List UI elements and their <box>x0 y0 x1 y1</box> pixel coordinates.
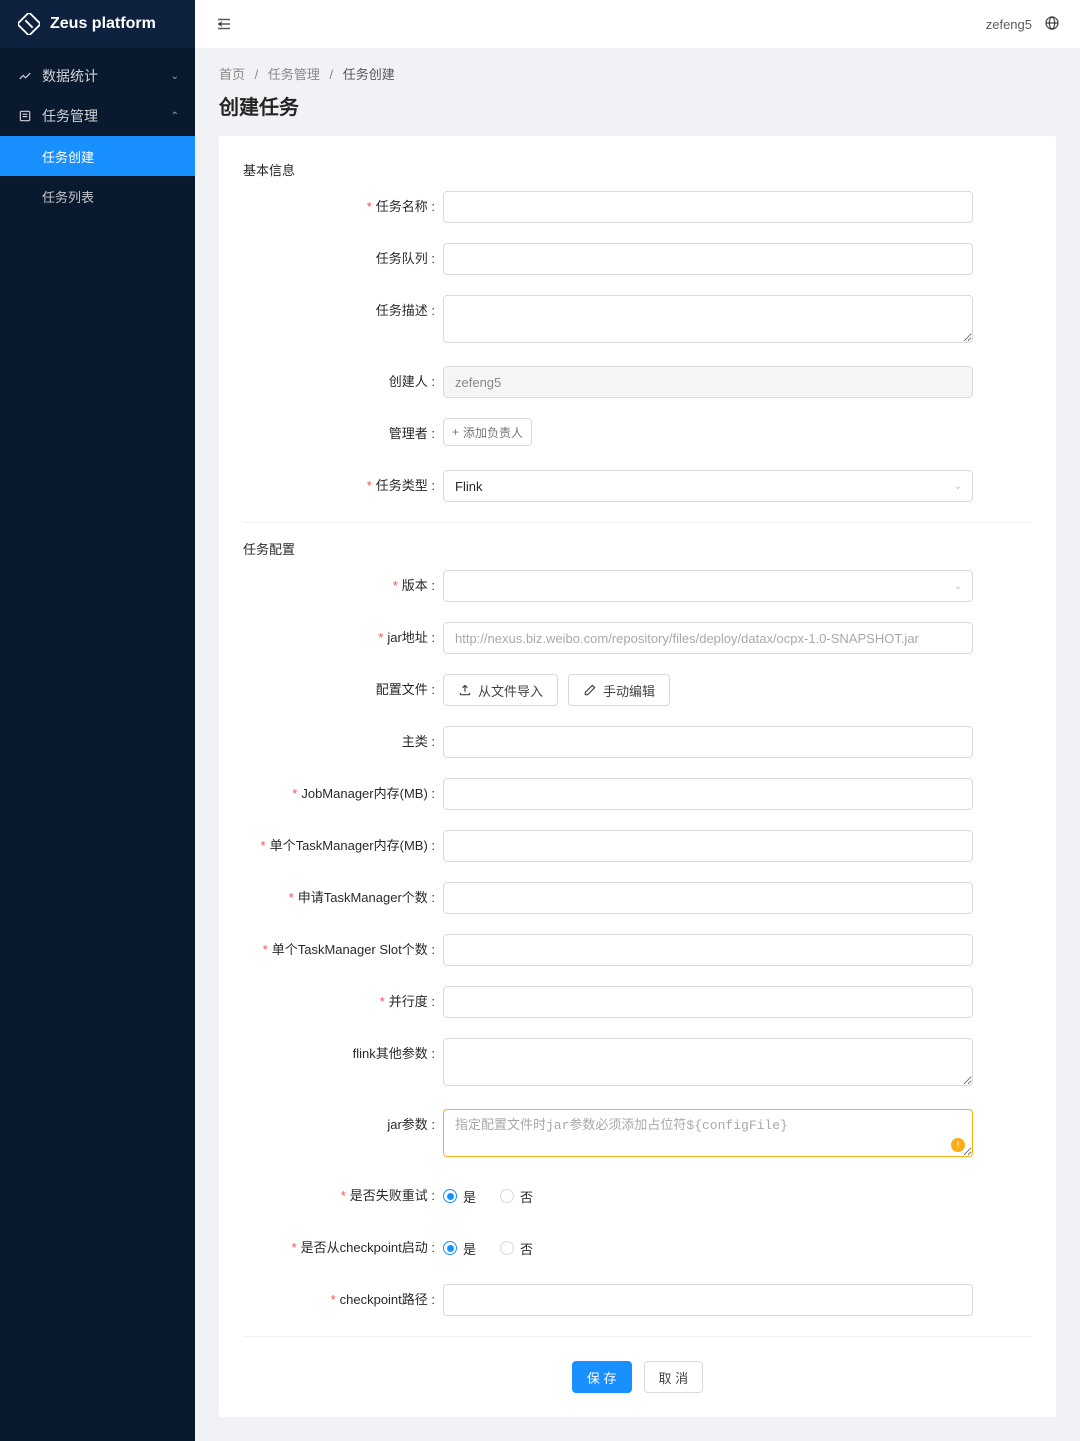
sidebar-item-stats[interactable]: 数据统计 ⌄ <box>0 56 195 96</box>
retry-no-radio[interactable]: 否 <box>500 1187 533 1206</box>
breadcrumb: 首页 / 任务管理 / 任务创建 <box>195 48 1080 83</box>
section-basic-title: 基本信息 <box>243 152 1032 191</box>
label-retry: *是否失败重试 : <box>243 1180 443 1212</box>
creator-input <box>443 366 973 398</box>
jar-params-textarea[interactable] <box>443 1109 973 1157</box>
label-task-desc: 任务描述 : <box>243 295 443 327</box>
jar-url-input[interactable] <box>443 622 973 654</box>
divider <box>243 1336 1032 1337</box>
tm-mem-input[interactable] <box>443 830 973 862</box>
sidebar-subitem-task-list[interactable]: 任务列表 <box>0 176 195 216</box>
label-tm-mem: *单个TaskManager内存(MB) : <box>243 830 443 862</box>
checkpoint-radio-group: 是 否 <box>443 1232 973 1264</box>
task-type-select[interactable]: Flink ⌄ <box>443 470 973 502</box>
chevron-up-icon: ⌃ <box>171 111 179 122</box>
label-creator: 创建人 : <box>243 366 443 398</box>
import-file-button[interactable]: 从文件导入 <box>443 674 558 706</box>
edit-icon <box>583 683 597 697</box>
label-task-queue: 任务队列 : <box>243 243 443 275</box>
chevron-down-icon: ⌄ <box>954 581 962 592</box>
label-jm-mem: *JobManager内存(MB) : <box>243 778 443 810</box>
chart-icon <box>18 69 32 83</box>
task-queue-input[interactable] <box>443 243 973 275</box>
label-from-checkpoint: *是否从checkpoint启动 : <box>243 1232 443 1264</box>
brand-title: Zeus platform <box>50 15 156 33</box>
logo-icon <box>18 13 40 35</box>
globe-icon[interactable] <box>1044 15 1060 34</box>
tm-slots-input[interactable] <box>443 934 973 966</box>
label-version: *版本 : <box>243 570 443 602</box>
checkpoint-path-input[interactable] <box>443 1284 973 1316</box>
label-tm-slots: *单个TaskManager Slot个数 : <box>243 934 443 966</box>
breadcrumb-home[interactable]: 首页 <box>219 67 245 82</box>
page-title: 创建任务 <box>195 83 1080 136</box>
label-tm-count: *申请TaskManager个数 : <box>243 882 443 914</box>
retry-yes-radio[interactable]: 是 <box>443 1187 476 1206</box>
task-name-input[interactable] <box>443 191 973 223</box>
breadcrumb-current: 任务创建 <box>343 67 395 82</box>
sidebar-item-tasks[interactable]: 任务管理 ⌃ <box>0 96 195 136</box>
task-desc-textarea[interactable] <box>443 295 973 343</box>
sidebar-subitem-task-create[interactable]: 任务创建 <box>0 136 195 176</box>
tm-count-input[interactable] <box>443 882 973 914</box>
current-user[interactable]: zefeng5 <box>986 17 1032 32</box>
warning-icon: ! <box>951 1138 965 1152</box>
label-parallelism: *并行度 : <box>243 986 443 1018</box>
label-manager: 管理者 : <box>243 418 443 450</box>
plus-icon: + <box>452 425 459 439</box>
chevron-down-icon: ⌄ <box>171 71 179 82</box>
section-config-title: 任务配置 <box>243 531 1032 570</box>
sidebar-collapse-icon[interactable] <box>215 15 233 33</box>
divider <box>243 522 1032 523</box>
label-flink-other: flink其他参数 : <box>243 1038 443 1070</box>
parallelism-input[interactable] <box>443 986 973 1018</box>
label-main-class: 主类 : <box>243 726 443 758</box>
cancel-button[interactable]: 取 消 <box>644 1361 704 1393</box>
label-checkpoint-path: *checkpoint路径 : <box>243 1284 443 1316</box>
form-card: 基本信息 *任务名称 : 任务队列 : 任务描述 : 创建人 : 管理者 : <box>219 136 1056 1417</box>
label-jar-params: jar参数 : <box>243 1109 443 1141</box>
main-content: zefeng5 首页 / 任务管理 / 任务创建 创建任务 基本信息 *任务名称… <box>195 0 1080 1441</box>
manual-edit-button[interactable]: 手动编辑 <box>568 674 670 706</box>
list-icon <box>18 109 32 123</box>
main-class-input[interactable] <box>443 726 973 758</box>
sidebar-item-label: 数据统计 <box>42 66 98 86</box>
sidebar-item-label: 任务管理 <box>42 106 98 126</box>
chevron-down-icon: ⌄ <box>954 481 962 492</box>
label-jar-url: *jar地址 : <box>243 622 443 654</box>
breadcrumb-parent[interactable]: 任务管理 <box>268 67 320 82</box>
upload-icon <box>458 683 472 697</box>
add-manager-button[interactable]: + 添加负责人 <box>443 418 532 446</box>
sidebar: Zeus platform 数据统计 ⌄ 任务管理 ⌃ 任务创建 <box>0 0 195 1441</box>
checkpoint-no-radio[interactable]: 否 <box>500 1239 533 1258</box>
save-button[interactable]: 保 存 <box>572 1361 632 1393</box>
jm-mem-input[interactable] <box>443 778 973 810</box>
label-config-file: 配置文件 : <box>243 674 443 706</box>
retry-radio-group: 是 否 <box>443 1180 973 1212</box>
label-task-type: *任务类型 : <box>243 470 443 502</box>
brand-logo: Zeus platform <box>0 0 195 48</box>
flink-other-textarea[interactable] <box>443 1038 973 1086</box>
topbar: zefeng5 <box>195 0 1080 48</box>
version-select[interactable]: ⌄ <box>443 570 973 602</box>
label-task-name: *任务名称 : <box>243 191 443 223</box>
checkpoint-yes-radio[interactable]: 是 <box>443 1239 476 1258</box>
